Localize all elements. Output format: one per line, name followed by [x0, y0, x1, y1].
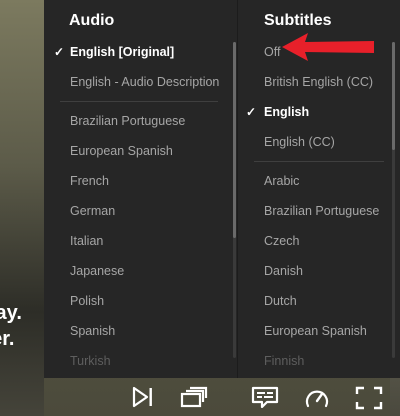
column-separator	[237, 0, 238, 378]
audio-divider	[60, 101, 218, 102]
subtitle-option-label: Finnish	[264, 354, 305, 368]
subtitle-option-czech[interactable]: Czech	[240, 226, 390, 256]
subtitles-divider	[254, 161, 384, 162]
audio-option-label: Polish	[70, 294, 105, 308]
audio-option-english-original[interactable]: ✓ English [Original]	[44, 37, 236, 67]
fullscreen-icon[interactable]	[355, 386, 383, 410]
audio-option-label: Japanese	[70, 264, 125, 278]
audio-option-label: French	[70, 174, 109, 188]
subtitle-option-label: Arabic	[264, 174, 300, 188]
subtitle-option-dutch[interactable]: Dutch	[240, 286, 390, 316]
audio-option-label: English - Audio Description	[70, 75, 220, 89]
audio-option-spanish[interactable]: Spanish	[44, 316, 236, 346]
video-left-edge	[0, 0, 44, 416]
subtitle-option-english[interactable]: ✓ English	[240, 97, 390, 127]
subtitle-option-label: British English (CC)	[264, 75, 374, 89]
audio-option-english-audio-description[interactable]: English - Audio Description	[44, 67, 236, 97]
subtitles-heading: Subtitles	[264, 12, 332, 29]
audio-scrollbar-thumb[interactable]	[233, 42, 236, 238]
subtitle-option-label: Brazilian Portuguese	[264, 204, 380, 218]
audio-option-european-spanish[interactable]: European Spanish	[44, 136, 236, 166]
subtitle-option-label: Off	[264, 45, 281, 59]
caption-line-2: ker.	[0, 328, 15, 350]
audio-option-turkish[interactable]: Turkish	[44, 346, 236, 376]
playback-speed-icon[interactable]	[304, 386, 330, 410]
subtitle-option-arabic[interactable]: Arabic	[240, 166, 390, 196]
subtitle-option-finnish[interactable]: Finnish	[240, 346, 390, 376]
audio-option-italian[interactable]: Italian	[44, 226, 236, 256]
audio-option-label: English [Original]	[70, 45, 175, 59]
audio-option-label: German	[70, 204, 116, 218]
subtitle-option-danish[interactable]: Danish	[240, 256, 390, 286]
audio-option-german[interactable]: German	[44, 196, 236, 226]
subtitle-option-brazilian-portuguese[interactable]: Brazilian Portuguese	[240, 196, 390, 226]
subtitle-option-label: English	[264, 105, 310, 119]
audio-list: ✓ English [Original] English - Audio Des…	[44, 37, 236, 376]
audio-option-label: European Spanish	[70, 144, 173, 158]
audio-option-french[interactable]: French	[44, 166, 236, 196]
subtitles-scrollbar-thumb[interactable]	[392, 42, 395, 150]
player-controls-bar	[0, 378, 400, 416]
audio-subtitles-icon[interactable]	[251, 386, 279, 408]
caption-line-1: way.	[0, 302, 22, 324]
audio-option-label: Italian	[70, 234, 104, 248]
video-caption-text: way. ker.	[0, 300, 44, 352]
audio-option-japanese[interactable]: Japanese	[44, 256, 236, 286]
next-episode-icon[interactable]	[131, 386, 155, 408]
checkmark-icon: ✓	[246, 105, 257, 119]
audio-option-label: Brazilian Portuguese	[70, 114, 186, 128]
audio-option-label: Turkish	[70, 354, 111, 368]
arrow-left-icon	[282, 33, 374, 61]
subtitle-option-english-cc[interactable]: English (CC)	[240, 127, 390, 157]
checkmark-icon: ✓	[54, 45, 65, 59]
subtitle-option-label: European Spanish	[264, 324, 367, 338]
subtitle-option-british-english-cc[interactable]: British English (CC)	[240, 67, 390, 97]
subtitle-option-label: Dutch	[264, 294, 297, 308]
subtitle-option-label: Czech	[264, 234, 300, 248]
subtitle-option-european-spanish[interactable]: European Spanish	[240, 316, 390, 346]
audio-option-polish[interactable]: Polish	[44, 286, 236, 316]
subtitle-option-label: Danish	[264, 264, 303, 278]
subtitle-option-label: English (CC)	[264, 135, 335, 149]
episodes-icon[interactable]	[180, 386, 208, 408]
audio-option-brazilian-portuguese[interactable]: Brazilian Portuguese	[44, 106, 236, 136]
audio-option-label: Spanish	[70, 324, 116, 338]
audio-heading: Audio	[69, 12, 115, 29]
subtitles-list: Off British English (CC) ✓ English Engli…	[240, 37, 390, 376]
